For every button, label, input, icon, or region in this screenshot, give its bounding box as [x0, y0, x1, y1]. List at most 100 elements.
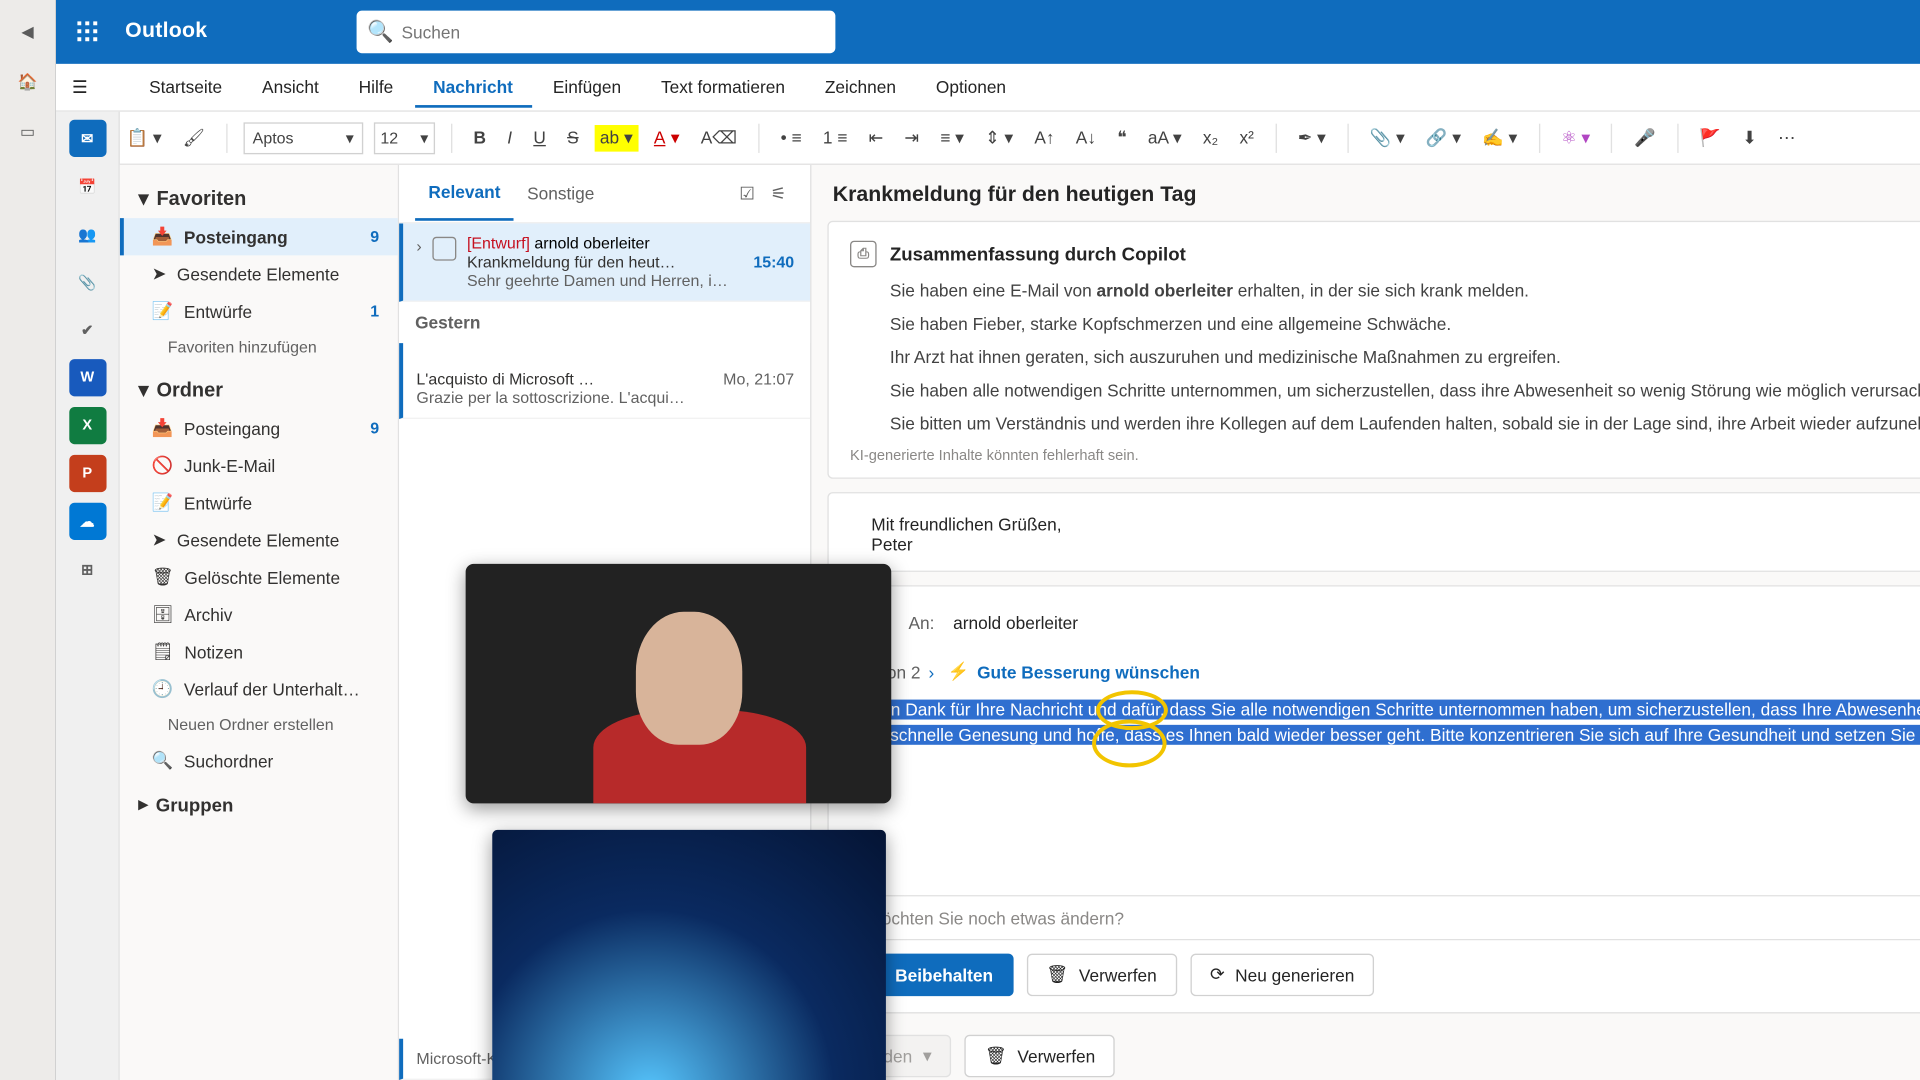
clear-format-button[interactable]: A⌫: [695, 127, 742, 148]
dictate-button[interactable]: 🎤: [1629, 127, 1661, 148]
paste-button[interactable]: 📋 ▾: [121, 127, 167, 148]
copilot-draft-actions: ✔Beibehalten 🗑Verwerfen ⟳Neu generieren: [850, 954, 1920, 997]
folder-inbox[interactable]: 📥Posteingang9: [120, 410, 398, 447]
regenerate-button[interactable]: ⟳Neu generieren: [1190, 954, 1374, 997]
tab-home[interactable]: Startseite: [130, 67, 240, 108]
meet-now-button[interactable]: 📹 Jetzt besprechen: [1906, 11, 1920, 54]
onedrive-app-icon[interactable]: ☁: [69, 503, 106, 540]
excel-app-icon[interactable]: X: [69, 407, 106, 444]
search-box[interactable]: 🔍: [356, 11, 835, 54]
tab-message[interactable]: Nachricht: [415, 67, 532, 108]
decrease-font-button[interactable]: A↓: [1070, 128, 1101, 148]
bullets-button[interactable]: • ≡: [775, 128, 807, 148]
more-apps-icon[interactable]: ⊞: [69, 551, 106, 588]
download-button[interactable]: ⬇: [1737, 127, 1762, 148]
create-folder-link[interactable]: Neuen Ordner erstellen: [120, 708, 398, 743]
folder-junk[interactable]: 🚫Junk-E-Mail: [120, 447, 398, 484]
styles-button[interactable]: ✒ ▾: [1292, 127, 1331, 148]
message-list-header: Relevant Sonstige ☑ ⚟: [399, 165, 810, 224]
folder-conv-history[interactable]: 🕘Verlauf der Unterhalt…: [120, 670, 398, 707]
signature-button[interactable]: ✍ ▾: [1477, 127, 1523, 148]
expand-icon[interactable]: ›: [416, 237, 421, 256]
message-item-1[interactable]: › [Entwurf] arnold oberleiter Krankmeldu…: [399, 223, 810, 301]
folder-archive[interactable]: 🗄Archiv: [120, 596, 398, 633]
superscript-button[interactable]: x²: [1234, 128, 1259, 148]
message-item-2[interactable]: L'acquisto di Microsoft …Mo, 21:07 Grazi…: [399, 343, 810, 419]
folder-drafts[interactable]: 📝Entwürfe: [120, 484, 398, 521]
search-input[interactable]: [401, 22, 824, 42]
subscript-button[interactable]: x₂: [1197, 128, 1223, 148]
browser-back-icon[interactable]: ◀: [16, 20, 40, 44]
folder-inbox-fav[interactable]: 📥Posteingang9: [120, 218, 398, 255]
compose-body[interactable]: Vielen Dank für Ihre Nachricht und dafür…: [850, 696, 1920, 882]
filter-icon[interactable]: ⚟: [763, 183, 794, 204]
folder-deleted[interactable]: 🗑Gelöschte Elemente: [120, 559, 398, 596]
browser-tab-icon[interactable]: ▭: [16, 120, 40, 144]
more-button[interactable]: ⋯: [1773, 127, 1801, 148]
strike-button[interactable]: S: [562, 128, 584, 148]
content-area: ▾ Favoriten 📥Posteingang9 ➤Gesendete Ele…: [120, 165, 1920, 1080]
favorites-header[interactable]: ▾ Favoriten: [120, 173, 398, 218]
tab-view[interactable]: Ansicht: [243, 67, 337, 108]
select-all-icon[interactable]: ☑: [731, 183, 762, 204]
change-case-button[interactable]: aA ▾: [1143, 127, 1187, 148]
next-suggestion-icon[interactable]: ›: [928, 662, 934, 682]
increase-font-button[interactable]: A↑: [1029, 128, 1060, 148]
tab-insert[interactable]: Einfügen: [534, 67, 640, 108]
tab-options[interactable]: Optionen: [917, 67, 1024, 108]
reading-pane: Krankmeldung für den heutigen Tag ✕ ⎙ Zu…: [811, 165, 1920, 1080]
folder-sent[interactable]: ➤Gesendete Elemente: [120, 521, 398, 558]
ppt-app-icon[interactable]: P: [69, 455, 106, 492]
suggestion-chip[interactable]: ⚡ Gute Besserung wünschen: [948, 661, 1200, 682]
align-button[interactable]: ≡ ▾: [935, 127, 969, 148]
refine-input[interactable]: Möchten Sie noch etwas ändern? ➤: [850, 895, 1920, 940]
trash-icon: 🗑: [1046, 964, 1068, 985]
groups-header[interactable]: ▸ Gruppen: [120, 779, 398, 823]
linespacing-button[interactable]: ⇕ ▾: [980, 127, 1019, 148]
app-launcher-icon[interactable]: [67, 11, 110, 54]
message-checkbox[interactable]: [432, 237, 456, 261]
discard-draft-button[interactable]: 🗑Verwerfen: [1026, 954, 1176, 997]
discard-button[interactable]: 🗑Verwerfen: [965, 1035, 1115, 1078]
font-family-select[interactable]: Aptos▾: [243, 122, 363, 154]
other-tab[interactable]: Sonstige: [514, 168, 608, 220]
indent-button[interactable]: ⇥: [899, 127, 924, 148]
folder-notes[interactable]: 🗒Notizen: [120, 633, 398, 670]
focused-tab[interactable]: Relevant: [415, 166, 514, 221]
folder-sent-fav[interactable]: ➤Gesendete Elemente: [120, 255, 398, 292]
highlight-button[interactable]: ab ▾: [595, 124, 638, 151]
word-app-icon[interactable]: W: [69, 359, 106, 396]
underline-button[interactable]: U: [528, 128, 551, 148]
folders-header[interactable]: ▾ Ordner: [120, 364, 398, 409]
people-app-icon[interactable]: 👥: [69, 215, 106, 252]
folder-drafts-fav[interactable]: 📝Entwürfe1: [120, 293, 398, 330]
italic-button[interactable]: I: [502, 128, 517, 148]
format-painter-button[interactable]: 🖌: [178, 127, 211, 148]
todo-app-icon[interactable]: ✔: [69, 311, 106, 348]
calendar-app-icon[interactable]: 📅: [69, 168, 106, 205]
tab-help[interactable]: Hilfe: [340, 67, 412, 108]
sent-icon: ➤: [152, 263, 167, 284]
files-app-icon[interactable]: 📎: [69, 263, 106, 300]
outdent-button[interactable]: ⇤: [863, 127, 888, 148]
link-button[interactable]: 🔗 ▾: [1421, 127, 1467, 148]
sensitivity-button[interactable]: 🚩: [1694, 127, 1726, 148]
bold-button[interactable]: B: [468, 128, 491, 148]
quote-button[interactable]: ❝: [1112, 127, 1132, 148]
wand-icon: ⚡: [948, 661, 970, 682]
font-size-select[interactable]: 12▾: [374, 122, 435, 154]
outlook-window: Outlook 🔍 📹 Jetzt besprechen 👥 ◈ 📅 📰 🔔 ⚙…: [56, 0, 1920, 1080]
numbering-button[interactable]: 1 ≡: [818, 128, 853, 148]
to-label: An:: [909, 612, 935, 632]
mail-app-icon[interactable]: ✉: [69, 120, 106, 157]
font-color-button[interactable]: A ▾: [649, 127, 685, 148]
copilot-button[interactable]: ⚛ ▾: [1556, 127, 1596, 148]
add-favorite-link[interactable]: Favoriten hinzufügen: [120, 330, 398, 365]
search-folders[interactable]: 🔍Suchordner: [120, 742, 398, 779]
attach-button[interactable]: 📎 ▾: [1364, 127, 1410, 148]
hamburger-icon[interactable]: ☰: [72, 76, 88, 97]
browser-home-icon[interactable]: 🏠: [16, 70, 40, 94]
sent-icon: ➤: [152, 529, 167, 550]
tab-draw[interactable]: Zeichnen: [806, 67, 914, 108]
tab-format[interactable]: Text formatieren: [642, 67, 803, 108]
